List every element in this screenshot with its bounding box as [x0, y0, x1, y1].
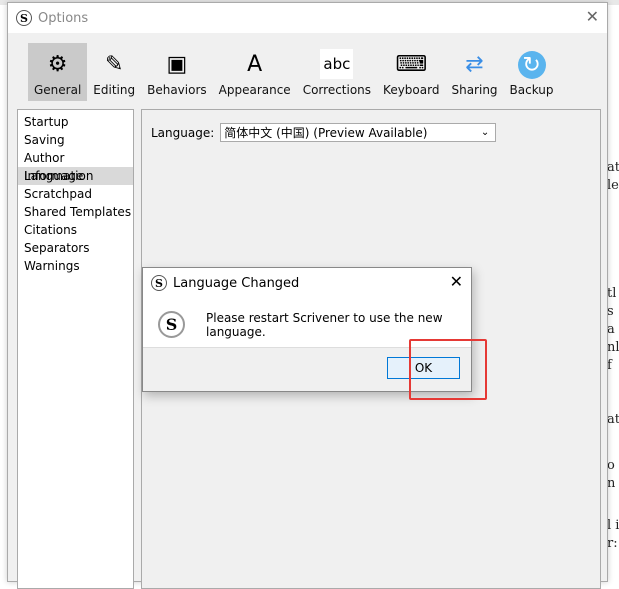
background-text-fragment: le — [607, 178, 619, 193]
background-text-fragment: n — [607, 476, 616, 491]
sidebar-item-shared-templates[interactable]: Shared Templates — [18, 203, 133, 221]
toolbar-appearance[interactable]: A Appearance — [213, 43, 297, 101]
language-select[interactable]: 简体中文 (中国) (Preview Available) ⌄ — [220, 123, 497, 142]
language-label: Language: — [151, 125, 215, 140]
background-text-fragment: l i — [607, 518, 619, 533]
toolbar-backup[interactable]: ↻ Backup — [504, 43, 560, 101]
toolbar-label: General — [34, 83, 82, 97]
toolbar: ⚙ General ✎ Editing ▣ Behaviors A Appearance abc… — [28, 43, 560, 101]
gears-icon: ⚙ — [47, 51, 68, 77]
toolbar-editing[interactable]: ✎ Editing — [87, 43, 141, 101]
background-text-fragment: s — [607, 304, 614, 319]
toolbar-label: Sharing — [451, 83, 498, 97]
dialog-title: Language Changed — [173, 275, 300, 291]
background-text-fragment: a — [607, 322, 615, 337]
sidebar-item-warnings[interactable]: Warnings — [18, 257, 133, 275]
title-bar: S Options — [8, 3, 607, 33]
sidebar: StartupSavingAuthor InformationLanguageS… — [17, 109, 134, 589]
dialog-message: Please restart Scrivener to use the new … — [206, 311, 443, 339]
toolbar-label: Behaviors — [147, 83, 207, 97]
toolbar-corrections[interactable]: abc Corrections — [297, 43, 377, 101]
sidebar-item-author-information[interactable]: Author Information — [18, 149, 133, 183]
highlight-annotation — [409, 339, 487, 400]
backup-icon: ↻ — [517, 51, 546, 79]
background-text-fragment: nl — [607, 340, 619, 355]
window-title: Options — [38, 10, 89, 26]
toolbar-label: Editing — [93, 83, 136, 97]
toolbar-behaviors[interactable]: ▣ Behaviors — [141, 43, 213, 101]
abc-icon: abc — [320, 49, 354, 79]
background-text-fragment: at — [607, 160, 619, 175]
toolbar-label: Corrections — [302, 83, 372, 97]
sidebar-item-language[interactable]: Language — [18, 167, 133, 185]
background-text-fragment: r: — [607, 536, 618, 551]
toolbar-keyboard[interactable]: ⌨ Keyboard — [377, 43, 445, 101]
toolbar-sharing[interactable]: ⇄ Sharing — [445, 43, 503, 101]
background-text-fragment: at — [607, 412, 619, 427]
sidebar-item-saving[interactable]: Saving — [18, 131, 133, 149]
toolbar-label: Backup — [509, 83, 554, 97]
background-text-fragment: tl — [607, 286, 617, 301]
sidebar-item-citations[interactable]: Citations — [18, 221, 133, 239]
sidebar-item-separators[interactable]: Separators — [18, 239, 133, 257]
chevron-down-icon: ⌄ — [480, 127, 490, 138]
close-icon[interactable]: ✕ — [450, 272, 463, 291]
window-gear-icon: ▣ — [166, 51, 188, 77]
sidebar-item-startup[interactable]: Startup — [18, 113, 133, 131]
toolbar-label: Appearance — [218, 83, 291, 97]
pencil-icon: ✎ — [104, 51, 124, 77]
keyboard-icon: ⌨ — [395, 51, 428, 77]
background-text-fragment: o — [607, 458, 615, 473]
close-icon[interactable]: ✕ — [586, 7, 599, 26]
scrivener-logo-icon: S — [16, 10, 32, 26]
language-value: 简体中文 (中国) (Preview Available) — [224, 126, 428, 140]
scrivener-logo-icon: S — [151, 275, 167, 291]
toolbar-label: Keyboard — [383, 83, 440, 97]
sidebar-item-scratchpad[interactable]: Scratchpad — [18, 185, 133, 203]
toolbar-general[interactable]: ⚙ General — [28, 43, 88, 101]
font-color-icon: A — [247, 51, 263, 77]
sharing-icon: ⇄ — [465, 51, 484, 77]
scrivener-info-icon: S — [158, 311, 185, 338]
